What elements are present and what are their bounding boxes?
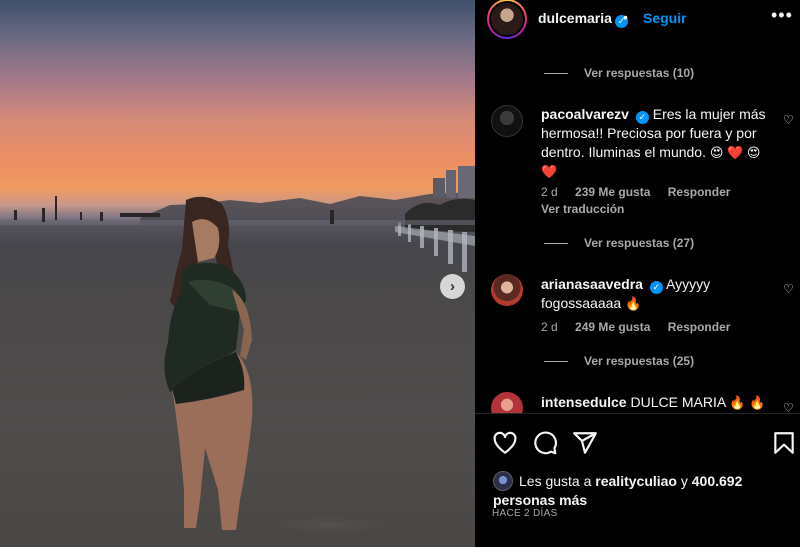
view-replies-button[interactable]: Ver respuestas (25) [544, 353, 694, 369]
likes-joiner: y [680, 473, 688, 489]
share-icon[interactable] [572, 430, 598, 456]
heart-icon[interactable] [492, 430, 518, 456]
comment-avatar[interactable] [491, 105, 523, 137]
likes-prefix: Les gusta a [519, 473, 592, 489]
author-username-text[interactable]: dulcemaria [538, 10, 612, 26]
reply-button[interactable]: Responder [668, 185, 731, 199]
action-bar [475, 414, 800, 470]
replies-line [544, 72, 568, 74]
comment-like-icon[interactable]: ♡ [783, 113, 794, 127]
replies-line [544, 360, 568, 362]
comment-username[interactable]: arianasaavedra [541, 276, 643, 292]
more-options-icon[interactable]: ••• [771, 5, 793, 26]
comment-avatar[interactable] [491, 274, 523, 306]
comment-meta: 2 d 249 Me gusta Responder [541, 320, 744, 334]
comments-list[interactable]: Ver respuestas (10) pacoalvarezv ✓ Eres … [475, 36, 800, 413]
author-avatar[interactable] [487, 0, 527, 39]
comment-meta: 2 d 239 Me gusta Responder [541, 185, 744, 199]
replies-line [544, 242, 568, 244]
translation-row: Ver traducción [541, 202, 638, 216]
likes-summary: Les gusta a realityculiao y 400.692 pers… [493, 471, 793, 510]
verified-badge-icon: ✓ [649, 281, 663, 294]
post-sidebar: dulcemaria ✓ • Seguir ••• Ver respuestas … [475, 0, 800, 547]
view-replies-label: Ver respuestas (27) [584, 236, 695, 250]
post-timestamp[interactable]: HACE 2 DÍAS [492, 508, 558, 519]
separator-dot: • [623, 9, 628, 25]
view-replies-label: Ver respuestas (10) [584, 66, 695, 80]
post-photo[interactable]: › [0, 0, 475, 547]
comment-body: intensedulce DULCE MARIA 🔥 🔥 [541, 393, 776, 412]
follow-button[interactable]: Seguir [643, 10, 687, 26]
view-replies-button[interactable]: Ver respuestas (27) [544, 235, 694, 251]
beach-scene [0, 166, 475, 530]
liker-avatar[interactable] [493, 471, 513, 491]
verified-badge-icon: ✓ [635, 111, 649, 124]
reply-button[interactable]: Responder [668, 320, 731, 334]
author-username[interactable]: dulcemaria ✓ [538, 10, 628, 28]
comment-like-icon[interactable]: ♡ [783, 282, 794, 296]
person-figure [164, 196, 253, 530]
comment-likes[interactable]: 239 Me gusta [575, 185, 650, 199]
bookmark-icon[interactable] [771, 430, 797, 456]
comment-likes[interactable]: 249 Me gusta [575, 320, 650, 334]
comment-time: 2 d [541, 185, 558, 199]
see-translation-button[interactable]: Ver traducción [541, 202, 624, 216]
view-replies-button[interactable]: Ver respuestas (10) [544, 65, 694, 81]
comment-username[interactable]: pacoalvarezv [541, 106, 629, 122]
comment-username[interactable]: intensedulce [541, 394, 627, 410]
comment-avatar[interactable] [491, 392, 523, 413]
comment-emojis: 🔥 [625, 296, 642, 311]
liker-username[interactable]: realityculiao [595, 473, 677, 489]
likes-count[interactable]: 400.692 [692, 473, 743, 489]
comment-like-icon[interactable]: ♡ [783, 401, 794, 413]
comment-time: 2 d [541, 320, 558, 334]
comment-text: DULCE MARIA [630, 394, 726, 410]
comment-emojis: 🔥 🔥 [729, 395, 766, 410]
comment-icon[interactable] [532, 430, 558, 456]
likes-suffix[interactable]: personas más [493, 492, 587, 508]
chevron-right-icon[interactable]: › [440, 274, 465, 299]
comment-body: pacoalvarezv ✓ Eres la mujer más hermosa… [541, 105, 776, 181]
comment-body: arianasaavedra ✓ Ayyyyy fogossaaaaa 🔥 [541, 275, 776, 313]
post-header: dulcemaria ✓ • Seguir ••• [475, 0, 800, 39]
view-replies-label: Ver respuestas (25) [584, 354, 695, 368]
